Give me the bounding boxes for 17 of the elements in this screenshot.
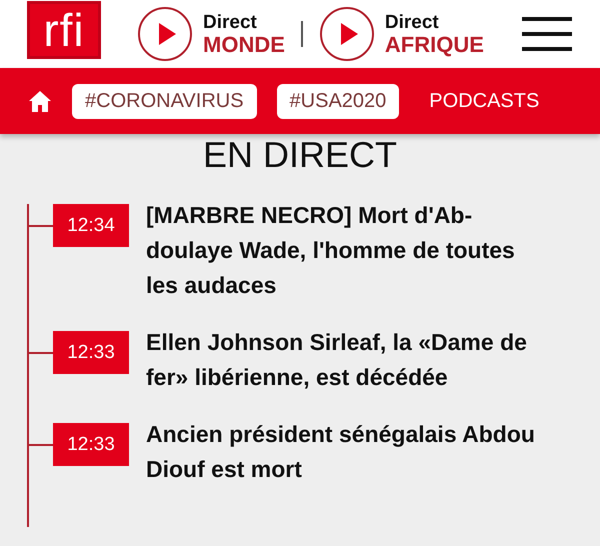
headline-link[interactable]: Ellen Johnson Sirleaf, la «Dame de fer» libérienne, est décédée bbox=[146, 325, 536, 395]
play-icon[interactable] bbox=[137, 6, 193, 62]
live-link[interactable]: Direct AFRIQUE bbox=[384, 12, 484, 56]
time-badge: 12:33 bbox=[53, 331, 129, 374]
headline-link[interactable]: Ancien président sénégalais Abdou Diouf est mort bbox=[146, 417, 536, 487]
live-link[interactable]: Direct MONDE bbox=[203, 12, 285, 56]
time-badge: 12:34 bbox=[53, 204, 129, 247]
play-icon[interactable] bbox=[318, 6, 375, 62]
nav-link[interactable]: PODCASTS bbox=[429, 90, 540, 112]
time-badge: 12:33 bbox=[53, 423, 129, 466]
headline-link[interactable]: [MARBRE NECRO] Mort d'Ab-doulaye Wade, l'homme de toutes les audaces bbox=[146, 198, 536, 303]
section-title: EN DIRECT bbox=[202, 134, 398, 174]
menu-icon[interactable] bbox=[522, 17, 572, 51]
tag-link[interactable]: #USA2020 bbox=[276, 84, 400, 118]
home-icon[interactable] bbox=[28, 89, 52, 113]
tag-link[interactable]: #CORONAVIRUS bbox=[72, 84, 257, 118]
logo[interactable]: rfi bbox=[27, 1, 101, 59]
